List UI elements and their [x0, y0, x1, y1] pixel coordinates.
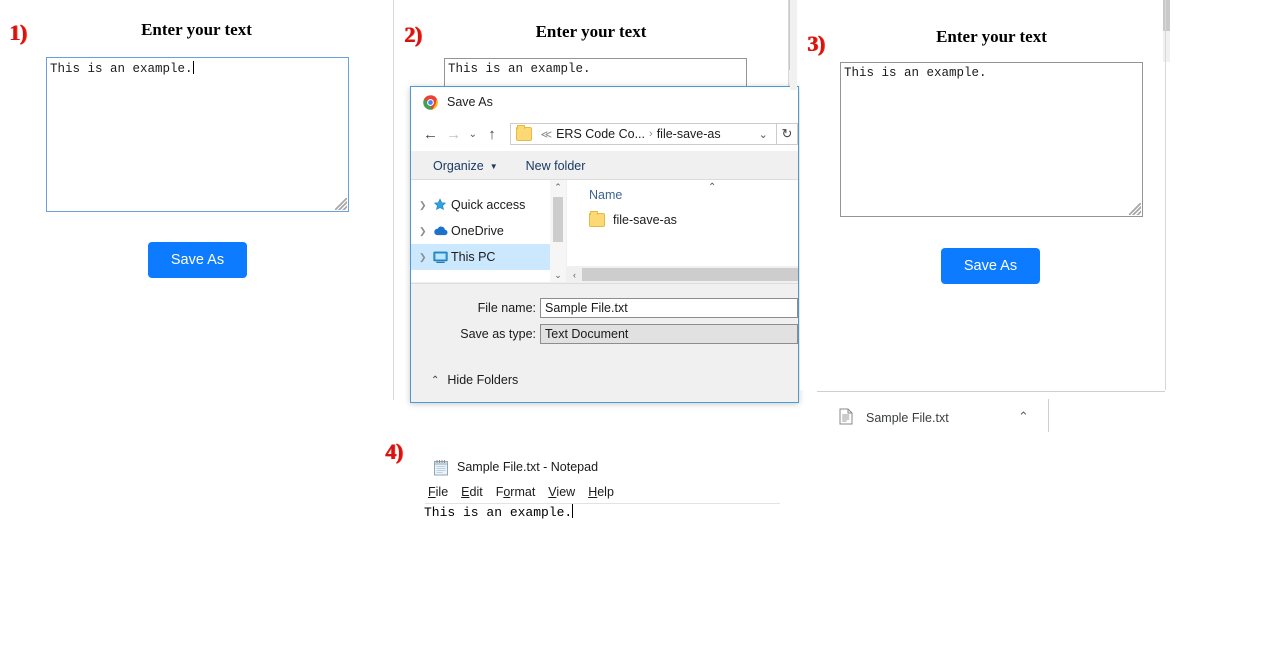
tree-item-label: OneDrive [451, 224, 504, 238]
step-marker-4: 4) [385, 439, 403, 464]
dialog-command-bar: Organize ▼ New folder [411, 153, 798, 179]
text-input-value-2: This is an example. [448, 62, 591, 76]
file-row-name: file-save-as [613, 213, 677, 227]
recent-locations-chevron-icon[interactable]: ⌄ [465, 129, 480, 140]
column-sort-indicator-icon[interactable]: ⌃ [708, 182, 716, 193]
panel-divider-3 [1165, 0, 1166, 390]
back-icon[interactable]: ← [419, 127, 442, 142]
menu-item-edit[interactable]: Edit [461, 485, 483, 499]
download-item-filename[interactable]: Sample File.txt [866, 411, 949, 425]
file-name-input[interactable]: Sample File.txt [540, 298, 798, 318]
download-shelf-rule [817, 391, 1165, 392]
text-input-area-1[interactable]: This is an example. [46, 57, 349, 212]
folder-icon [515, 125, 532, 141]
breadcrumb-current[interactable]: file-save-as [657, 127, 721, 141]
tree-item-label: This PC [451, 250, 496, 264]
breadcrumb-separator-icon: › [649, 128, 653, 140]
save-as-button-3[interactable]: Save As [941, 248, 1040, 284]
download-item-chevron-icon[interactable]: ⌃ [1018, 409, 1029, 425]
text-caret [192, 61, 194, 74]
menu-item-view[interactable]: View [548, 485, 575, 499]
scroll-left-icon[interactable]: ‹ [567, 270, 582, 280]
file-list-hscrollbar[interactable]: ‹ [567, 267, 798, 282]
notepad-text-value: This is an example. [424, 505, 573, 520]
hide-folders-label: Hide Folders [447, 373, 519, 387]
scroll-up-icon[interactable]: ⌃ [554, 180, 562, 194]
monitor-icon [433, 251, 451, 264]
chrome-icon [423, 94, 438, 110]
new-folder-button[interactable]: New folder [526, 159, 586, 173]
address-bar[interactable]: ≪ ERS Code Co... › file-save-as ⌄ [509, 123, 777, 145]
file-pane-bottom-rule [411, 283, 798, 284]
panel3-left-scrollbar-track[interactable] [790, 0, 797, 90]
menu-item-file[interactable]: File [428, 485, 448, 499]
navpane-scrollbar-thumb[interactable] [553, 197, 563, 242]
dialog-title: Save As [447, 95, 493, 109]
notepad-window-title: Sample File.txt - Notepad [457, 460, 599, 474]
save-as-button-1[interactable]: Save As [148, 242, 247, 278]
dialog-navbar: ← → ⌄ ↑ ≪ ERS Code Co... › file-save-as … [411, 117, 798, 151]
save-as-type-select[interactable]: Text Document [540, 324, 798, 344]
forward-icon[interactable]: → [442, 127, 465, 142]
notepad-icon [433, 459, 449, 476]
page-title-1: Enter your text [141, 20, 252, 39]
up-icon[interactable]: ↑ [481, 127, 504, 142]
tree-item-this-pc[interactable]: ❯ This PC [411, 244, 550, 270]
organize-button[interactable]: Organize [433, 159, 484, 173]
file-list-row[interactable]: file-save-as [587, 210, 787, 230]
refresh-icon[interactable]: ↻ [776, 123, 798, 145]
column-header-name[interactable]: Name [589, 188, 622, 202]
crumb-prefix: ≪ [540, 128, 553, 141]
menu-item-format[interactable]: Format [496, 485, 536, 499]
menu-item-help[interactable]: Help [588, 485, 614, 499]
cloud-icon [433, 225, 451, 237]
text-caret [572, 504, 574, 518]
hide-folders-toggle[interactable]: ⌃ Hide Folders [431, 373, 518, 387]
breadcrumb-parent[interactable]: ERS Code Co... [556, 127, 645, 141]
text-input-area-2[interactable]: This is an example. [444, 58, 747, 88]
tree-item-label: Quick access [451, 198, 526, 212]
chevron-right-icon[interactable]: ❯ [419, 252, 433, 263]
navigation-pane: ❯ Quick access ❯ OneDrive ❯ This PC [411, 180, 550, 282]
dialog-titlebar: Save As [411, 87, 798, 117]
folder-icon [589, 211, 605, 227]
save-as-dialog: Save As ← → ⌄ ↑ ≪ ERS Code Co... › file-… [410, 86, 799, 403]
save-as-type-label: Save as type: [460, 327, 536, 341]
file-name-label: File name: [477, 301, 536, 315]
organize-caret-icon[interactable]: ▼ [490, 162, 498, 171]
page-title-2: Enter your text [535, 22, 647, 41]
star-icon [433, 198, 451, 212]
notepad-menubar: File Edit Format View Help [428, 485, 627, 499]
resize-grip-icon[interactable] [335, 198, 347, 210]
tree-item-quick-access[interactable]: ❯ Quick access [411, 192, 550, 218]
download-shelf-separator [1048, 399, 1049, 432]
scroll-down-icon[interactable]: ⌄ [554, 268, 562, 282]
page-title-3: Enter your text [936, 27, 1047, 46]
chevron-right-icon[interactable]: ❯ [419, 200, 433, 211]
address-dropdown-chevron-icon[interactable]: ⌄ [759, 128, 768, 141]
notepad-text-content[interactable]: This is an example. [424, 504, 574, 520]
text-input-value-1: This is an example. [50, 62, 193, 76]
file-list-hscrollbar-thumb[interactable] [582, 268, 798, 281]
text-input-area-3[interactable]: This is an example. [840, 62, 1143, 217]
text-input-value-3: This is an example. [844, 66, 987, 80]
tree-item-onedrive[interactable]: ❯ OneDrive [411, 218, 550, 244]
chevron-up-icon: ⌃ [431, 374, 440, 386]
text-file-icon [839, 408, 853, 425]
chevron-right-icon[interactable]: ❯ [419, 226, 433, 237]
resize-grip-icon[interactable] [1129, 203, 1141, 215]
